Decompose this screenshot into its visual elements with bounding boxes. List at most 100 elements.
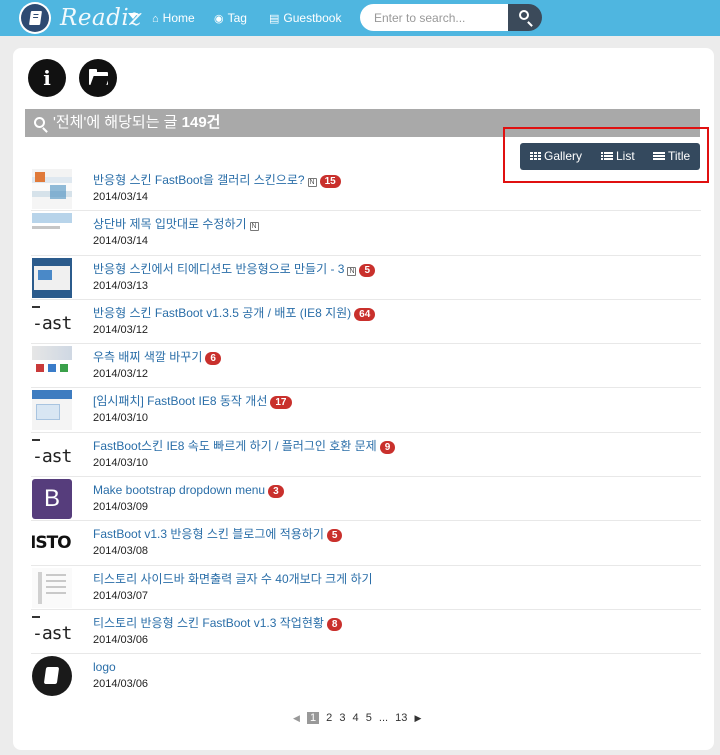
top-navbar: Readiz ⌂ Home ◉ Tag ▤ Guestbook — [0, 0, 720, 36]
post-title: 우측 배찌 색깔 바꾸기 — [93, 350, 203, 365]
page-link[interactable]: 4 — [353, 712, 359, 724]
list-item: -ast 반응형 스킨 FastBoot v1.3.5 공개 / 배포 (IE8… — [31, 300, 701, 345]
page-ellipsis: ... — [378, 712, 389, 724]
post-thumbnail[interactable] — [32, 567, 72, 608]
nav-guestbook-link[interactable]: ▤ Guestbook — [269, 10, 341, 26]
post-thumbnail[interactable]: -ast — [32, 301, 72, 342]
post-title-link[interactable]: 상단바 제목 입맛대로 수정하기 N — [93, 217, 259, 232]
comment-count-badge: 3 — [268, 485, 284, 499]
post-date: 2014/03/10 — [93, 456, 149, 469]
new-badge: N — [307, 178, 317, 187]
new-badge: N — [347, 266, 357, 276]
post-title-link[interactable]: logo — [93, 660, 116, 675]
post-date: 2014/03/09 — [93, 501, 149, 514]
list-icon — [601, 152, 613, 161]
post-title-link[interactable]: Make bootstrap dropdown menu 3 — [93, 483, 284, 499]
list-item: 상단바 제목 입맛대로 수정하기 N 2014/03/14 — [31, 211, 701, 256]
category-post-count: 149건 — [181, 114, 221, 131]
nav-tag-link[interactable]: ◉ Tag — [214, 10, 247, 26]
post-thumbnail[interactable] — [32, 169, 72, 209]
post-title: FastBoot스킨 IE8 속도 빠르게 하기 / 플러그인 호환 문제 — [93, 438, 377, 453]
list-item: B Make bootstrap dropdown menu 3 2014/03/… — [31, 477, 701, 522]
post-thumbnail[interactable]: B — [32, 479, 72, 520]
nav-home-label: Home — [162, 11, 195, 25]
pagination: ◀ 1 2 3 4 5 ... 13 ▶ — [293, 712, 425, 726]
post-title: 티스토리 사이드바 화면출력 글자 수 40개보다 크게 하기 — [93, 571, 373, 586]
post-date: 2014/03/12 — [93, 368, 149, 381]
view-list-label: List — [616, 149, 635, 163]
post-thumbnail[interactable]: ISTO — [32, 523, 72, 564]
list-item: 우측 배찌 색깔 바꾸기 6 2014/03/12 — [31, 344, 701, 389]
nav-guestbook-label: Guestbook — [283, 11, 342, 25]
post-title: Make bootstrap dropdown menu — [93, 483, 266, 498]
page-link[interactable]: 3 — [339, 712, 345, 724]
post-date: 2014/03/14 — [93, 235, 149, 248]
post-title-link[interactable]: 티스토리 반응형 스킨 FastBoot v1.3 작업현황 8 — [93, 616, 343, 631]
comment-count-badge: 6 — [205, 352, 221, 366]
list-item: -ast 티스토리 반응형 스킨 FastBoot v1.3 작업현황 8 201… — [31, 610, 701, 655]
view-list-button[interactable]: List — [601, 143, 635, 170]
post-thumbnail[interactable]: -ast — [32, 611, 72, 652]
view-title-button[interactable]: Title — [653, 143, 690, 170]
logo-book-icon[interactable] — [19, 2, 51, 34]
comment-count-badge: 9 — [379, 440, 396, 454]
page-link[interactable]: 2 — [326, 712, 332, 724]
page-link-last[interactable]: 13 — [395, 712, 407, 724]
post-title-link[interactable]: 반응형 스킨 FastBoot을 갤러리 스킨으로? N 15 — [93, 173, 341, 188]
post-title-link[interactable]: FastBoot v1.3 반응형 스킨 블로그에 적용하기 5 — [93, 527, 343, 543]
thumbnail-text: -ast — [32, 312, 72, 334]
post-date: 2014/03/06 — [93, 678, 149, 691]
folder-button[interactable] — [79, 59, 117, 97]
post-title: [임시패치] FastBoot IE8 동작 개선 — [93, 394, 268, 409]
prev-page-icon[interactable]: ◀ — [293, 713, 300, 724]
search-button[interactable] — [508, 4, 542, 31]
next-page-icon[interactable]: ▶ — [414, 713, 421, 724]
view-gallery-button[interactable]: Gallery — [530, 143, 582, 170]
comment-count-badge: 15 — [319, 175, 341, 188]
thumbnail-text: -ast — [32, 622, 72, 644]
page-link[interactable]: 5 — [366, 712, 372, 724]
tag-icon: ◉ — [214, 13, 224, 25]
home-icon: ⌂ — [152, 13, 159, 25]
post-thumbnail[interactable] — [32, 257, 72, 298]
post-date: 2014/03/12 — [93, 323, 149, 336]
new-badge: N — [249, 222, 259, 232]
post-thumbnail[interactable] — [32, 346, 72, 387]
info-icon: i — [43, 66, 51, 90]
post-date: 2014/03/08 — [93, 545, 149, 558]
post-date: 2014/03/10 — [93, 412, 149, 425]
post-title: 반응형 스킨에서 티에디션도 반응형으로 만들기 - 3 — [93, 261, 345, 276]
list-item: ISTO FastBoot v1.3 반응형 스킨 블로그에 적용하기 5 201… — [31, 521, 701, 566]
comment-count-badge: 5 — [326, 529, 343, 543]
search-icon — [519, 10, 529, 20]
post-title-link[interactable]: 반응형 스킨 FastBoot v1.3.5 공개 / 배포 (IE8 지원) 6… — [93, 306, 376, 321]
post-date: 2014/03/06 — [93, 633, 149, 646]
post-title: 상단바 제목 입맛대로 수정하기 — [93, 217, 247, 232]
post-thumbnail[interactable]: -ast — [32, 434, 72, 475]
post-title-link[interactable]: 우측 배찌 색깔 바꾸기 6 — [93, 350, 221, 366]
post-title: FastBoot v1.3 반응형 스킨 블로그에 적용하기 — [93, 527, 324, 542]
logo-book-icon — [32, 656, 72, 697]
post-title-link[interactable]: FastBoot스킨 IE8 속도 빠르게 하기 / 플러그인 호환 문제 9 — [93, 438, 396, 454]
post-thumbnail[interactable] — [32, 213, 72, 254]
search-form — [360, 4, 542, 31]
bootstrap-logo-icon: B — [32, 479, 72, 520]
post-title-link[interactable]: 티스토리 사이드바 화면출력 글자 수 40개보다 크게 하기 — [93, 572, 373, 587]
comment-count-badge: 64 — [354, 307, 376, 321]
post-date: 2014/03/14 — [93, 191, 149, 203]
post-thumbnail[interactable] — [32, 390, 72, 431]
post-title-link[interactable]: [임시패치] FastBoot IE8 동작 개선 17 — [93, 394, 292, 410]
post-thumbnail[interactable] — [32, 656, 72, 697]
nav-home-link[interactable]: ⌂ Home — [152, 10, 195, 26]
view-toggle: Gallery List Title — [520, 143, 700, 170]
brand-dropdown-caret-icon[interactable] — [128, 13, 138, 19]
list-item: 반응형 스킨 FastBoot을 갤러리 스킨으로? N 15 2014/03/14 — [31, 167, 701, 212]
page-link-current[interactable]: 1 — [306, 712, 320, 724]
folder-open-icon — [89, 69, 108, 85]
list-item: 티스토리 사이드바 화면출력 글자 수 40개보다 크게 하기 2014/03/… — [31, 566, 701, 610]
info-button[interactable]: i — [28, 59, 66, 97]
book-icon: ▤ — [269, 13, 280, 25]
post-title-link[interactable]: 반응형 스킨에서 티에디션도 반응형으로 만들기 - 3N5 — [93, 261, 376, 277]
nav-tag-label: Tag — [227, 11, 247, 25]
search-input[interactable] — [360, 4, 508, 31]
